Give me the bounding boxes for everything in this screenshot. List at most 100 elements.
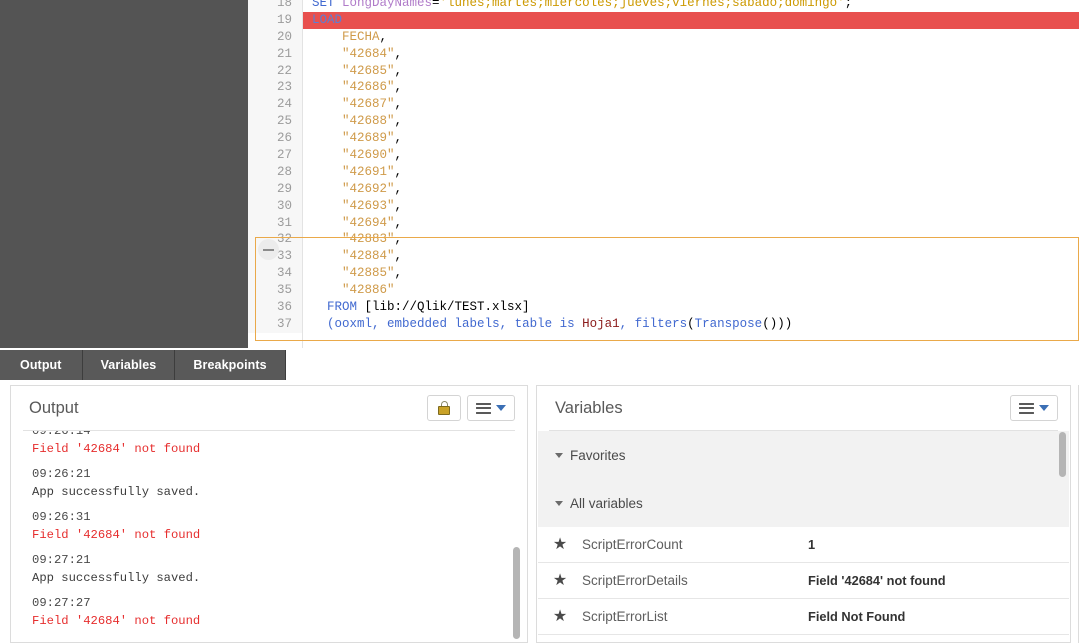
code-line[interactable]: 19 LOAD	[248, 11, 1079, 29]
code-token: "42687"	[312, 97, 395, 112]
code-text[interactable]: "42694",	[302, 215, 1079, 232]
code-token: ,	[394, 266, 403, 281]
code-line[interactable]: 24 "42687",	[248, 96, 1079, 114]
variable-row[interactable]: ★ ScriptErrorDetails Field '42684' not fou…	[538, 563, 1069, 599]
code-token: "42691"	[312, 164, 395, 179]
tab-variables[interactable]: Variables	[82, 350, 176, 380]
variable-row[interactable]: ★ ScriptErrorList Field Not Found	[538, 599, 1069, 635]
output-scrollbar-thumb[interactable]	[513, 547, 520, 639]
code-line[interactable]: 25 "42688",	[248, 113, 1079, 131]
log-message: App successfully saved.	[32, 485, 201, 499]
code-text[interactable]: "42886"	[302, 282, 1079, 299]
code-text[interactable]: FROM [lib://Qlik/TEST.xlsx]	[302, 299, 1079, 316]
code-line[interactable]: 22 "42685",	[248, 62, 1079, 80]
code-text[interactable]: LOAD	[302, 11, 1079, 29]
code-text[interactable]: "42685",	[302, 63, 1079, 80]
code-text[interactable]: "42687",	[302, 96, 1079, 113]
code-line[interactable]: 35 "42886"	[248, 282, 1079, 300]
code-text[interactable]: "42885",	[302, 265, 1079, 282]
favorite-star-icon[interactable]: ★	[538, 608, 582, 625]
line-number: 26	[248, 130, 302, 148]
log-timestamp: 09:26:31	[32, 510, 91, 524]
variables-scrollbar-thumb[interactable]	[1059, 432, 1066, 477]
code-token: "42688"	[312, 114, 395, 129]
line-number: 19	[248, 11, 302, 29]
code-lines[interactable]: 18 SET LongDayNames='lunes;martes;miercol…	[248, 0, 1079, 333]
bottom-tab-bar[interactable]: Output Variables Breakpoints	[0, 350, 1079, 380]
code-text[interactable]: (ooxml, embedded labels, table is Hoja1,…	[302, 316, 1079, 333]
variable-value: Field '42684' not found	[808, 573, 946, 588]
code-line[interactable]: 26 "42689",	[248, 130, 1079, 148]
code-token: Hoja1	[582, 316, 620, 331]
log-entry: 09:26:21 App successfully saved.	[32, 465, 512, 501]
chevron-down-icon	[555, 500, 563, 506]
code-text[interactable]: "42690",	[302, 147, 1079, 164]
code-line[interactable]: 31 "42694",	[248, 214, 1079, 232]
tab-breakpoints[interactable]: Breakpoints	[175, 350, 286, 380]
variable-name: ScriptErrorList	[582, 609, 668, 624]
code-text[interactable]: "42686",	[302, 79, 1079, 96]
variable-name: ScriptErrorCount	[582, 537, 683, 552]
code-text[interactable]: "42689",	[302, 130, 1079, 147]
editor-scroll-area[interactable]: 18 SET LongDayNames='lunes;martes;miercol…	[248, 0, 1079, 348]
code-text[interactable]: "42692",	[302, 181, 1079, 198]
code-line[interactable]: 29 "42692",	[248, 180, 1079, 198]
line-number: 28	[248, 163, 302, 181]
variable-row[interactable]: ★ScriptErrorField Not Found	[538, 635, 1069, 642]
code-line[interactable]: 21 "42684",	[248, 45, 1079, 63]
code-line[interactable]: 36 FROM [lib://Qlik/TEST.xlsx]	[248, 299, 1079, 316]
variables-scrollbar[interactable]	[1057, 432, 1067, 512]
code-token: "42885"	[312, 266, 395, 281]
favorite-star-icon[interactable]: ★	[538, 572, 582, 589]
code-text[interactable]: "42883",	[302, 231, 1079, 248]
code-text[interactable]: "42684",	[302, 46, 1079, 63]
code-text[interactable]: FECHA,	[302, 29, 1079, 46]
code-text[interactable]: "42693",	[302, 198, 1079, 215]
code-token: "42692"	[312, 181, 395, 196]
tab-output[interactable]: Output	[0, 350, 83, 380]
code-line[interactable]: 28 "42691",	[248, 163, 1079, 181]
bottom-panels: Output 09:26:14 Field '42684' not found …	[0, 385, 1079, 643]
code-line[interactable]: 20 FECHA,	[248, 28, 1079, 46]
code-text[interactable]: SET LongDayNames='lunes;martes;miercoles…	[302, 0, 1079, 12]
variable-row[interactable]: ★ ScriptErrorCount 1	[538, 527, 1069, 563]
code-line[interactable]: 32 "42883",	[248, 231, 1079, 249]
code-line[interactable]: 34 "42885",	[248, 265, 1079, 283]
variables-rows[interactable]: ★ ScriptErrorCount 1 ★ ScriptErrorDetails Fie…	[538, 527, 1069, 642]
variables-groups[interactable]: Favorites All variables	[538, 431, 1069, 527]
log-message: Field '42684' not found	[32, 614, 201, 628]
log-timestamp: 09:26:14	[32, 431, 91, 438]
variables-menu-button[interactable]	[1010, 395, 1058, 421]
variables-group-favorites[interactable]: Favorites	[538, 431, 1069, 479]
code-text[interactable]: "42688",	[302, 113, 1079, 130]
output-scrollbar[interactable]	[511, 432, 521, 641]
code-token: ,	[394, 97, 403, 112]
code-line[interactable]: 37 (ooxml, embedded labels, table is Hoj…	[248, 315, 1079, 333]
code-token: ,	[619, 316, 635, 331]
log-timestamp: 09:27:21	[32, 553, 91, 567]
code-token: )	[784, 316, 793, 331]
code-line[interactable]: 27 "42690",	[248, 147, 1079, 164]
line-number: 37	[248, 315, 302, 333]
code-token: "42693"	[312, 198, 395, 213]
code-token: "42689"	[312, 131, 395, 146]
log-timestamp: 09:27:27	[32, 596, 91, 610]
output-menu-button[interactable]	[467, 395, 515, 421]
code-line[interactable]: 23 "42686",	[248, 79, 1079, 97]
code-line[interactable]: 18 SET LongDayNames='lunes;martes;miercol…	[248, 0, 1079, 12]
code-line[interactable]: 30 "42693",	[248, 197, 1079, 215]
variables-group-all-variables[interactable]: All variables	[538, 479, 1069, 527]
lock-button[interactable]	[427, 395, 461, 421]
line-number: 25	[248, 113, 302, 131]
variables-list[interactable]: Favorites All variables ★ ScriptErrorCount…	[538, 431, 1069, 642]
code-token: ,	[394, 148, 403, 163]
output-panel-actions	[427, 395, 515, 421]
output-log[interactable]: 09:26:14 Field '42684' not found 09:26:21 A…	[12, 431, 526, 642]
code-line[interactable]: 33 "42884",	[248, 248, 1079, 266]
variables-panel: Variables Favorites All variables ★ Script…	[536, 385, 1071, 643]
code-text[interactable]: "42691",	[302, 164, 1079, 181]
collapse-block-icon[interactable]	[258, 239, 279, 260]
script-editor[interactable]: 18 SET LongDayNames='lunes;martes;miercol…	[248, 0, 1079, 348]
favorite-star-icon[interactable]: ★	[538, 536, 582, 553]
code-text[interactable]: "42884",	[302, 248, 1079, 265]
